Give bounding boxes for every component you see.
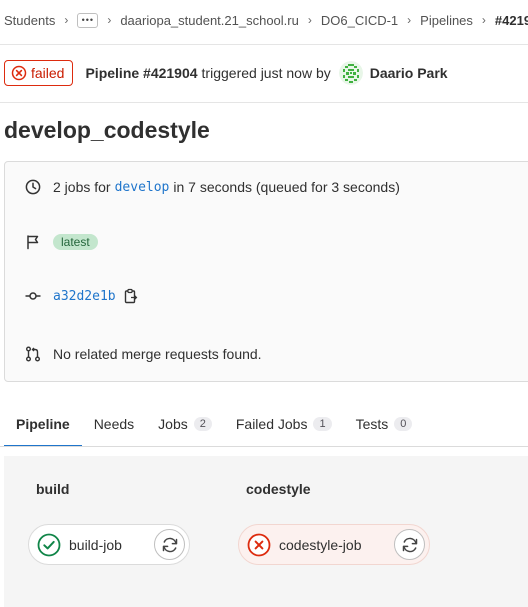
chevron-right-icon: ›: [107, 13, 112, 27]
circle-x-icon: [11, 65, 27, 80]
copy-sha-button[interactable]: [124, 288, 150, 304]
tab-pipeline[interactable]: Pipeline: [4, 401, 82, 447]
breadcrumb: Students › ••• › daariopa_student.21_sch…: [0, 0, 528, 40]
pipeline-header: failed Pipeline #421904 triggered just n…: [4, 58, 448, 87]
tab-label: Failed Jobs: [235, 415, 308, 432]
circle-check-icon: [37, 533, 61, 557]
triggered-text: triggered just now by: [201, 64, 331, 81]
tab-label: Needs: [93, 415, 135, 432]
latest-badge: latest: [53, 234, 98, 250]
job-build[interactable]: build-job: [28, 524, 190, 565]
chevron-right-icon: ›: [407, 13, 412, 27]
retry-icon: [402, 537, 417, 552]
breadcrumb-current[interactable]: #421904: [495, 13, 528, 28]
merge-request-row: No related merge requests found.: [25, 346, 262, 362]
tab-needs[interactable]: Needs: [82, 401, 146, 446]
branch-link[interactable]: develop: [115, 180, 170, 195]
stage-title-build: build: [36, 481, 70, 497]
divider: [0, 102, 528, 103]
clipboard-icon: [124, 288, 137, 304]
pipeline-info-box: 2 jobs for develop in 7 seconds (queued …: [4, 161, 528, 382]
breadcrumb-project-owner[interactable]: daariopa_student.21_school.ru: [120, 13, 299, 28]
tab-label: Tests: [355, 415, 389, 432]
user-name-link[interactable]: Daario Park: [370, 65, 448, 81]
count-badge: 0: [394, 416, 413, 431]
chevron-right-icon: ›: [307, 13, 312, 27]
jobs-suffix: in 7 seconds (queued for 3 seconds): [173, 179, 400, 195]
stage-title-codestyle: codestyle: [246, 481, 311, 497]
commit-row: a32d2e1b: [25, 288, 150, 304]
count-badge: 1: [313, 416, 332, 431]
breadcrumb-pipelines[interactable]: Pipelines: [420, 13, 473, 28]
tag-row: latest: [25, 234, 98, 250]
commit-icon: [25, 292, 41, 300]
breadcrumb-project[interactable]: DO6_CICD-1: [321, 13, 398, 28]
circle-x-icon: [247, 533, 271, 557]
chevron-right-icon: ›: [64, 13, 69, 27]
duration-row: 2 jobs for develop in 7 seconds (queued …: [25, 179, 400, 195]
jobs-prefix: 2 jobs for: [53, 179, 111, 195]
tab-label: Jobs: [158, 415, 188, 432]
avatar[interactable]: [338, 60, 363, 85]
chevron-right-icon: ›: [481, 13, 486, 27]
job-codestyle[interactable]: codestyle-job: [238, 524, 430, 565]
merge-request-icon: [26, 346, 40, 362]
retry-icon: [162, 537, 177, 552]
tab-failed-jobs[interactable]: Failed Jobs 1: [224, 401, 344, 446]
retry-button[interactable]: [154, 529, 185, 560]
count-badge: 2: [193, 416, 212, 431]
retry-button[interactable]: [394, 529, 425, 560]
merge-requests-text: No related merge requests found.: [53, 346, 262, 362]
tabs-divider: [0, 446, 528, 447]
tab-tests[interactable]: Tests 0: [344, 401, 425, 446]
clock-icon: [25, 179, 41, 195]
pipeline-tabs: Pipeline Needs Jobs 2 Failed Jobs 1 Test…: [4, 401, 425, 447]
status-badge[interactable]: failed: [4, 59, 74, 86]
job-name: build-job: [69, 536, 122, 553]
commit-sha-link[interactable]: a32d2e1b: [53, 289, 116, 304]
page-title: develop_codestyle: [4, 117, 210, 143]
job-name: codestyle-job: [279, 536, 362, 553]
status-label: failed: [31, 64, 65, 81]
breadcrumb-students[interactable]: Students: [4, 13, 55, 28]
pipeline-graph: build codestyle build-job codestyle-job: [4, 456, 528, 607]
tab-jobs[interactable]: Jobs 2: [146, 401, 224, 446]
divider: [0, 44, 528, 45]
flag-icon: [27, 235, 39, 250]
breadcrumb-ellipsis-button[interactable]: •••: [77, 12, 99, 28]
pipeline-id: Pipeline #421904: [85, 64, 198, 81]
tab-label: Pipeline: [16, 415, 70, 432]
